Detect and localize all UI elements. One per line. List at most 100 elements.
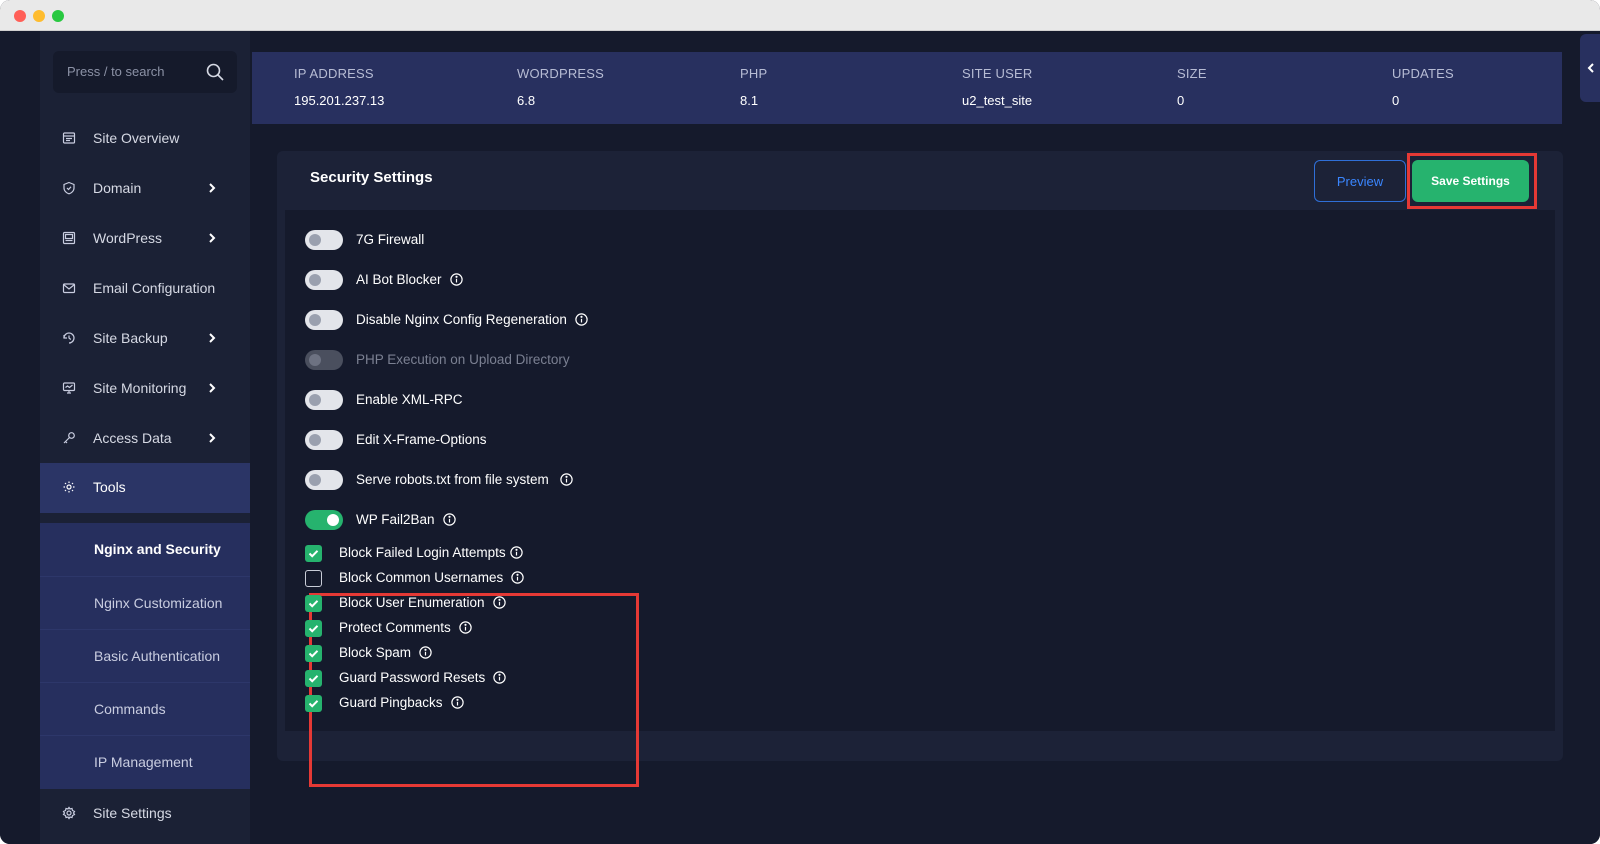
toggle-switch[interactable]: [305, 310, 343, 330]
sidebar-item-access-data[interactable]: Access Data: [40, 414, 250, 464]
submenu-item-nginx-and-security[interactable]: Nginx and Security: [40, 523, 250, 576]
sidebar-item-wordpress[interactable]: WordPress: [40, 214, 250, 264]
chevron-right-icon[interactable]: [204, 430, 220, 446]
close-window-button[interactable]: [14, 10, 26, 22]
info-icon[interactable]: [492, 596, 506, 609]
option-block-spam: Block Spam: [305, 644, 605, 664]
info-site-user: SITE USER u2_test_site: [962, 66, 1032, 108]
toggle-knob: [309, 474, 321, 486]
key-icon: [63, 432, 75, 444]
option-label: Block User Enumeration: [339, 595, 506, 610]
setting-label-text: WP Fail2Ban: [356, 512, 435, 527]
info-icon[interactable]: [449, 273, 463, 286]
info-icon[interactable]: [511, 571, 525, 584]
wordpress-icon: [62, 231, 76, 245]
info-header: SIZE: [1177, 66, 1207, 81]
option-label-text: Protect Comments: [339, 620, 451, 635]
sidebar-item-label: WordPress: [93, 230, 162, 246]
sidebar-item-label: Email Configuration: [93, 280, 216, 296]
collapse-panel-button[interactable]: [1580, 34, 1600, 102]
info-icon[interactable]: [450, 696, 464, 709]
option-label-text: Guard Password Resets: [339, 670, 486, 685]
sidebar-item-site-overview[interactable]: Site Overview: [40, 114, 250, 164]
submenu-item-ip-management[interactable]: IP Management: [40, 735, 250, 788]
info-header: SITE USER: [962, 66, 1033, 81]
chevron-right-icon[interactable]: [204, 330, 220, 346]
tools-icon: [63, 481, 75, 493]
shield-icon: [63, 181, 75, 195]
option-label-text: Guard Pingbacks: [339, 695, 443, 710]
sidebar-item-site-settings[interactable]: Site Settings: [40, 789, 250, 839]
checkbox[interactable]: [305, 545, 322, 562]
app-root: Press / to search Site Overview Domain W…: [0, 31, 1600, 844]
sidebar-item-label: Domain: [93, 180, 142, 196]
sidebar-item-email-configuration[interactable]: Email Configuration: [40, 264, 250, 314]
toggle-knob: [327, 514, 339, 526]
setting-label-text: Edit X-Frame-Options: [356, 432, 487, 447]
info-icon[interactable]: [560, 473, 573, 486]
info-header: PHP: [740, 66, 768, 81]
option-label: Protect Comments: [339, 620, 472, 635]
checkbox[interactable]: [305, 570, 322, 587]
setting-wp-fail2ban: WP Fail2Ban: [305, 510, 905, 532]
toggle-switch[interactable]: [305, 510, 343, 530]
option-guard-password-resets: Guard Password Resets: [305, 669, 605, 689]
option-label: Guard Pingbacks: [339, 695, 464, 710]
toggle-switch[interactable]: [305, 390, 343, 410]
checkbox[interactable]: [305, 670, 322, 687]
setting-7g-firewall: 7G Firewall: [305, 230, 905, 252]
info-icon[interactable]: [575, 313, 588, 326]
info-icon[interactable]: [493, 671, 507, 684]
option-label-text: Block Common Usernames: [339, 570, 504, 585]
backup-icon: [63, 332, 75, 344]
checkbox[interactable]: [305, 595, 322, 612]
setting-label-text: AI Bot Blocker: [356, 272, 442, 287]
setting-serve-robots-txt: Serve robots.txt from file system: [305, 470, 905, 492]
option-label: Block Common Usernames: [339, 570, 525, 585]
info-header: IP ADDRESS: [294, 66, 374, 81]
checkbox[interactable]: [305, 645, 322, 662]
minimize-window-button[interactable]: [33, 10, 45, 22]
toggle-switch: [305, 350, 343, 370]
info-icon[interactable]: [442, 513, 456, 526]
setting-label-text: 7G Firewall: [356, 232, 425, 247]
toggle-switch[interactable]: [305, 270, 343, 290]
chevron-right-icon[interactable]: [204, 380, 220, 396]
submenu-item-basic-authentication[interactable]: Basic Authentication: [40, 629, 250, 682]
submenu-item-nginx-customization[interactable]: Nginx Customization: [40, 576, 250, 629]
setting-label-text: Serve robots.txt from file system: [356, 472, 549, 487]
checkbox[interactable]: [305, 620, 322, 637]
toggle-switch[interactable]: [305, 230, 343, 250]
checkmark-icon: [308, 600, 319, 608]
checkmark-icon: [308, 625, 319, 633]
setting-label: Edit X-Frame-Options: [356, 432, 487, 447]
sidebar-item-site-monitoring[interactable]: Site Monitoring: [40, 364, 250, 414]
toggle-switch[interactable]: [305, 430, 343, 450]
sidebar-item-site-backup[interactable]: Site Backup: [40, 314, 250, 364]
search-box[interactable]: Press / to search: [53, 51, 237, 93]
search-icon[interactable]: [205, 62, 225, 82]
setting-label: Serve robots.txt from file system: [356, 472, 573, 487]
submenu-item-label: IP Management: [94, 754, 193, 770]
sidebar-item-domain[interactable]: Domain: [40, 164, 250, 214]
info-icon[interactable]: [459, 621, 472, 634]
info-icon[interactable]: [419, 646, 432, 659]
checkbox[interactable]: [305, 695, 322, 712]
info-icon[interactable]: [509, 546, 523, 559]
window-titlebar: [0, 0, 1600, 31]
sidebar-item-tools[interactable]: Tools: [40, 463, 250, 513]
maximize-window-button[interactable]: [52, 10, 64, 22]
overview-icon: [62, 132, 76, 144]
submenu-item-label: Basic Authentication: [94, 648, 221, 664]
option-label-text: Block Spam: [339, 645, 412, 660]
setting-label: Enable XML-RPC: [356, 392, 463, 407]
preview-button[interactable]: Preview: [1314, 160, 1406, 202]
sidebar-item-label: Site Backup: [93, 330, 168, 346]
info-updates: UPDATES 0: [1392, 66, 1454, 108]
option-label-text: Block User Enumeration: [339, 595, 485, 610]
toggle-switch[interactable]: [305, 470, 343, 490]
submenu-item-commands[interactable]: Commands: [40, 682, 250, 735]
chevron-right-icon[interactable]: [204, 230, 220, 246]
chevron-right-icon[interactable]: [204, 180, 220, 196]
info-value: u2_test_site: [962, 93, 1033, 108]
